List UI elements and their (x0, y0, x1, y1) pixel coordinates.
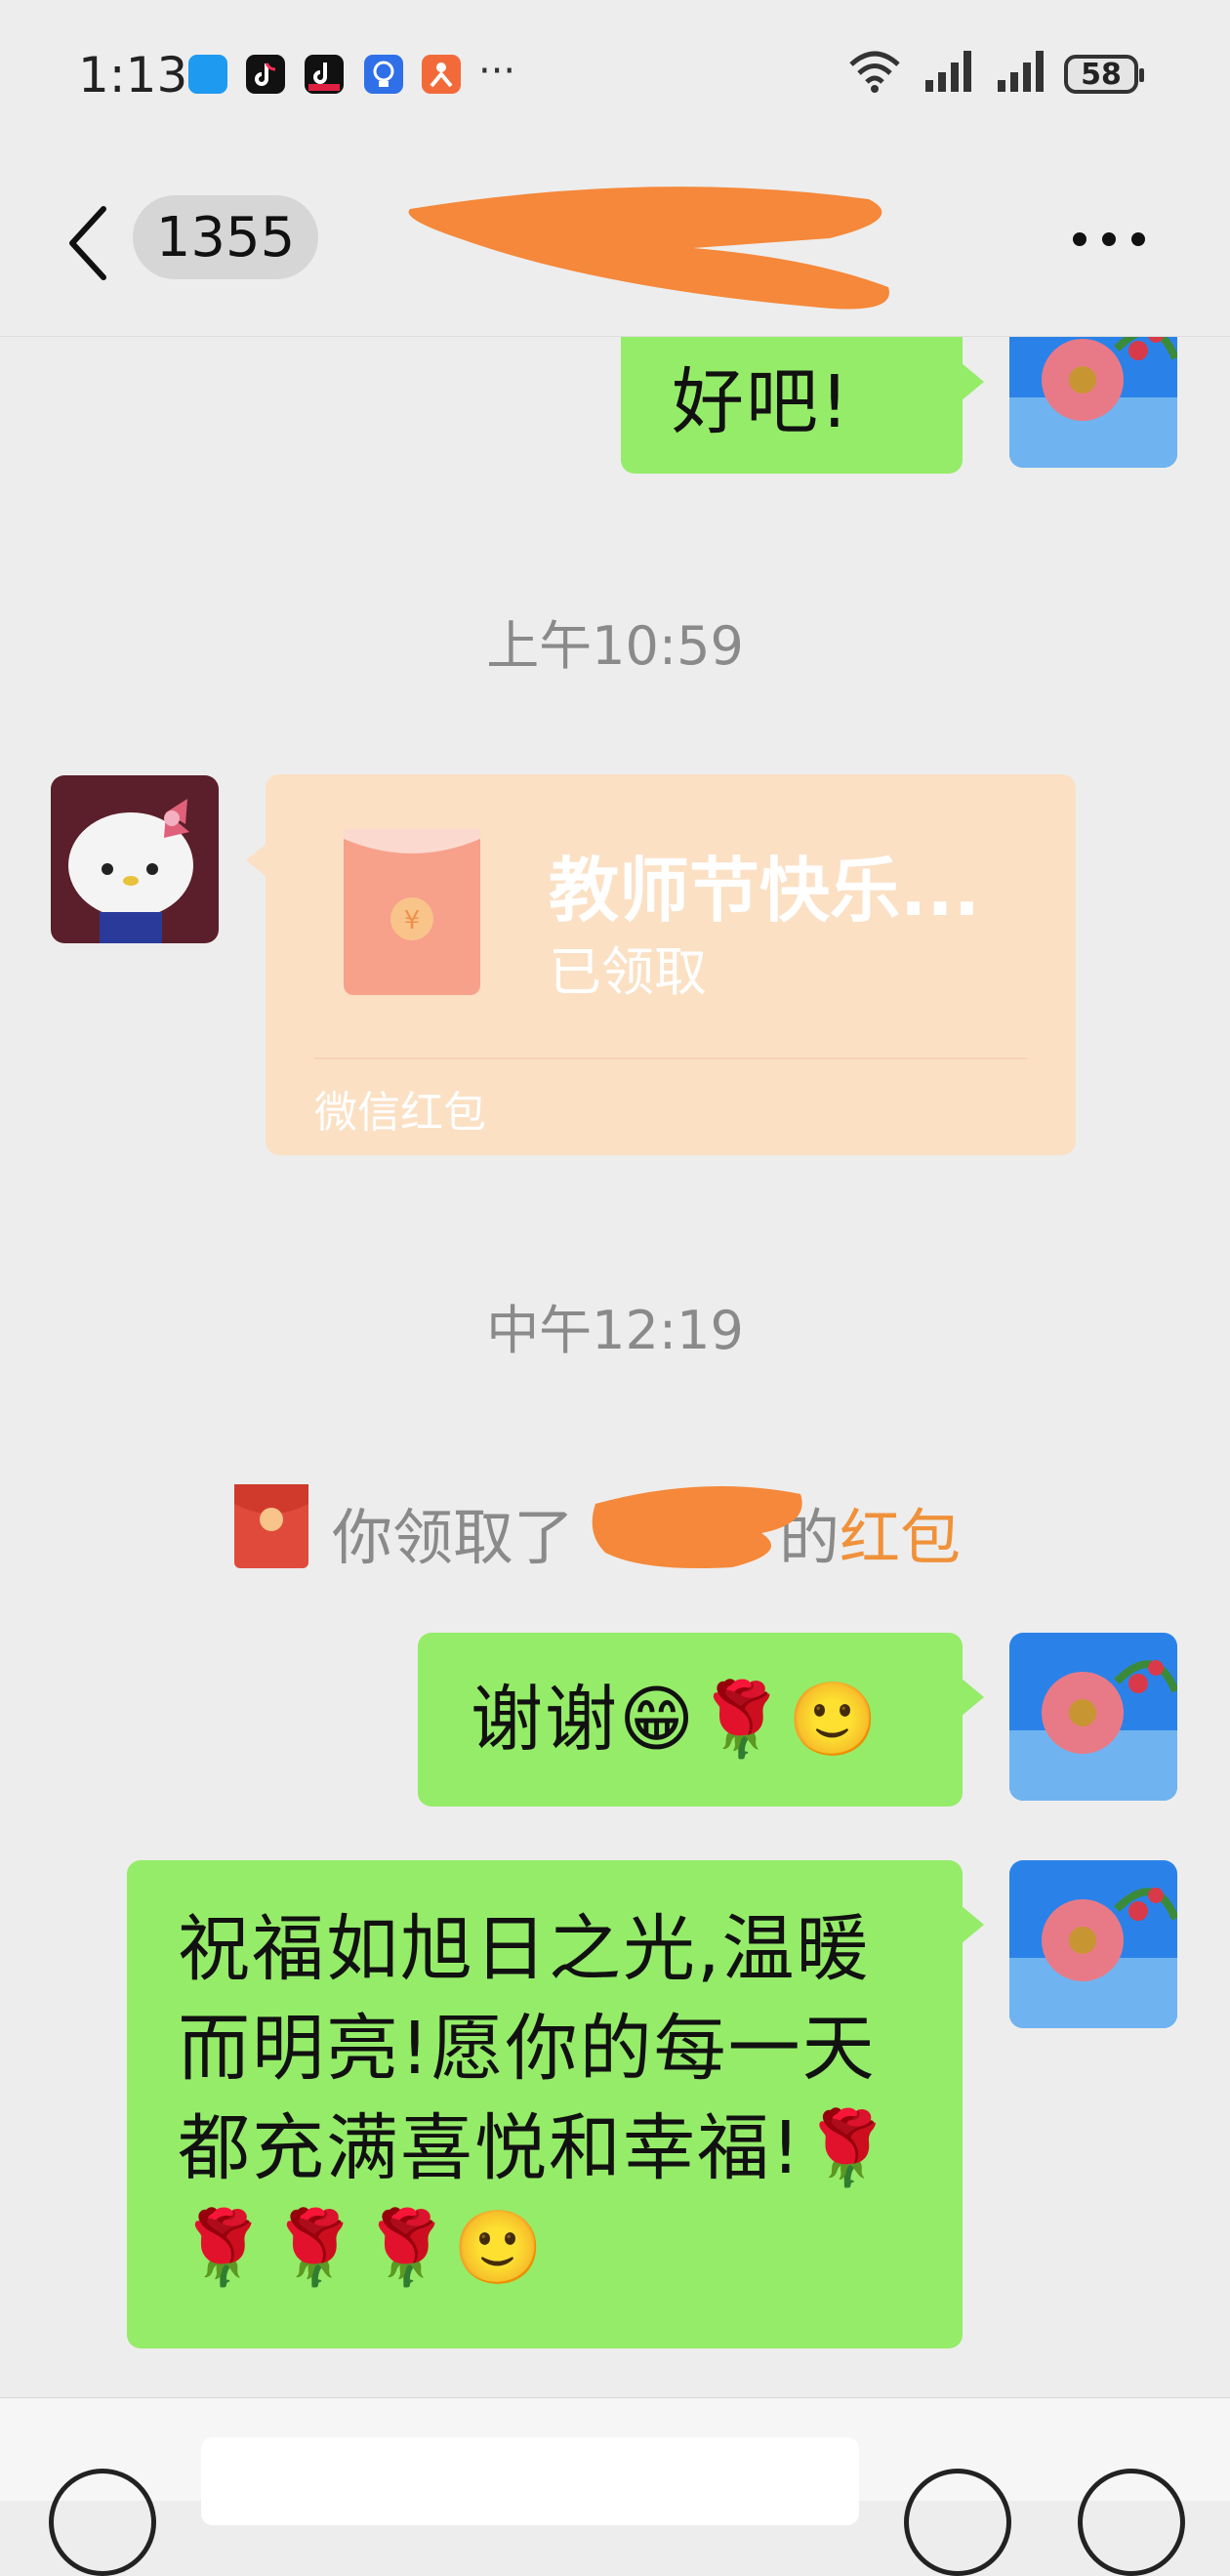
red-packet-status: 已领取 (549, 941, 707, 1003)
tiktok-icon (246, 55, 285, 94)
back-arrow-icon[interactable] (59, 199, 117, 287)
status-time: 1:13 (78, 47, 188, 104)
tiktok-lite-icon (305, 55, 344, 94)
my-avatar[interactable] (1009, 1633, 1177, 1801)
svg-text:¥: ¥ (404, 906, 421, 935)
input-bar (0, 2397, 1230, 2576)
chat-header: 1355 (0, 156, 1230, 337)
more-actions-button[interactable] (1078, 2469, 1185, 2576)
redaction-mark (592, 1486, 802, 1568)
red-packet-link[interactable]: 红包 (840, 1502, 961, 1573)
message-text: 谢谢😁🌹🙂 (471, 1678, 881, 1762)
signal-icon (925, 51, 971, 92)
outgoing-message-bubble[interactable]: 祝福如旭日之光,温暖而明亮!愿你的每一天都充满喜悦和幸福!🌹🌹🌹🌹🙂 (127, 1860, 984, 2348)
message-text: 好吧! (672, 360, 851, 444)
message-list[interactable]: 好吧! 上午10:59 ¥ 教师节快乐... 已领取 微信红包 中午12:19 … (0, 337, 1230, 2397)
message-input[interactable] (201, 2437, 859, 2525)
redaction-mark (408, 187, 889, 310)
signal-icon-2 (998, 51, 1044, 92)
outgoing-message-bubble[interactable]: 谢谢😁🌹🙂 (418, 1633, 984, 1807)
unread-count-badge[interactable]: 1355 (133, 195, 318, 279)
more-notifications-icon: ··· (478, 49, 516, 94)
timestamp: 中午12:19 (486, 1300, 744, 1361)
battery-icon: 58 (1064, 55, 1144, 94)
red-packet-icon: ¥ (344, 829, 480, 995)
red-packet-small-icon (234, 1484, 308, 1568)
orange-app-icon (422, 55, 461, 94)
outgoing-message-bubble[interactable]: 好吧! (621, 337, 984, 474)
message-text: 祝福如旭日之光,温暖而明亮!愿你的每一天都充满喜悦和幸福!🌹🌹🌹🌹🙂 (178, 1907, 894, 2290)
voice-input-button[interactable] (49, 2469, 156, 2576)
system-prefix: 你领取了 (332, 1502, 575, 1573)
wifi-icon (849, 51, 900, 93)
red-packet-footer: 微信红包 (314, 1088, 486, 1138)
my-avatar[interactable] (1009, 1860, 1177, 2028)
divider (314, 1058, 1027, 1059)
more-options-icon[interactable] (1070, 225, 1148, 254)
timestamp: 上午10:59 (486, 615, 744, 677)
contact-avatar[interactable] (51, 775, 219, 943)
red-packet-title: 教师节快乐... (549, 850, 981, 932)
my-avatar[interactable] (1009, 337, 1177, 468)
system-message: 你领取了 的红包 (234, 1475, 1015, 1573)
red-packet-card[interactable]: ¥ 教师节快乐... 已领取 微信红包 (246, 774, 1076, 1155)
idea-app-icon (364, 55, 403, 94)
status-bar: 1:13 ··· 58 (0, 0, 1230, 156)
emoji-button[interactable] (904, 2469, 1011, 2576)
message-app-icon (188, 55, 227, 94)
